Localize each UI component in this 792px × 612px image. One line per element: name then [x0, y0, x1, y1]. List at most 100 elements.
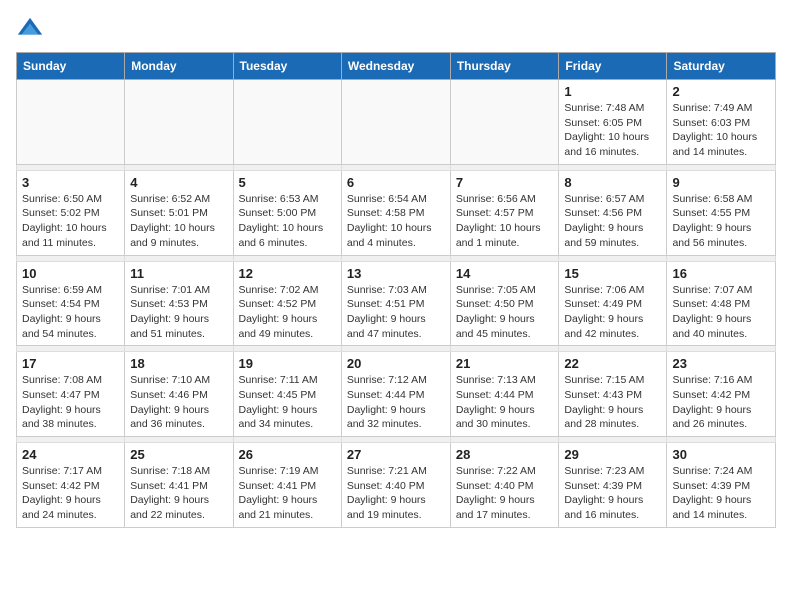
day-number: 1	[564, 84, 661, 99]
day-number: 21	[456, 356, 554, 371]
day-number: 4	[130, 175, 227, 190]
day-cell: 22 Sunrise: 7:15 AM Sunset: 4:43 PM Dayli…	[559, 352, 667, 437]
col-header-saturday: Saturday	[667, 53, 776, 80]
day-cell	[450, 80, 559, 165]
day-number: 19	[239, 356, 336, 371]
day-cell: 19 Sunrise: 7:11 AM Sunset: 4:45 PM Dayli…	[233, 352, 341, 437]
day-number: 9	[672, 175, 770, 190]
day-info: Sunrise: 6:54 AM Sunset: 4:58 PM Dayligh…	[347, 192, 445, 251]
logo	[16, 16, 48, 44]
logo-icon	[16, 16, 44, 44]
day-number: 13	[347, 266, 445, 281]
day-number: 24	[22, 447, 119, 462]
week-row-3: 10 Sunrise: 6:59 AM Sunset: 4:54 PM Dayli…	[17, 261, 776, 346]
day-info: Sunrise: 6:50 AM Sunset: 5:02 PM Dayligh…	[22, 192, 119, 251]
week-row-2: 3 Sunrise: 6:50 AM Sunset: 5:02 PM Daylig…	[17, 170, 776, 255]
day-number: 29	[564, 447, 661, 462]
day-number: 27	[347, 447, 445, 462]
day-info: Sunrise: 6:56 AM Sunset: 4:57 PM Dayligh…	[456, 192, 554, 251]
day-number: 28	[456, 447, 554, 462]
day-info: Sunrise: 6:58 AM Sunset: 4:55 PM Dayligh…	[672, 192, 770, 251]
day-number: 16	[672, 266, 770, 281]
day-info: Sunrise: 7:15 AM Sunset: 4:43 PM Dayligh…	[564, 373, 661, 432]
day-number: 3	[22, 175, 119, 190]
day-number: 8	[564, 175, 661, 190]
day-info: Sunrise: 7:24 AM Sunset: 4:39 PM Dayligh…	[672, 464, 770, 523]
day-info: Sunrise: 7:23 AM Sunset: 4:39 PM Dayligh…	[564, 464, 661, 523]
day-cell: 26 Sunrise: 7:19 AM Sunset: 4:41 PM Dayli…	[233, 443, 341, 528]
calendar-header-row: SundayMondayTuesdayWednesdayThursdayFrid…	[17, 53, 776, 80]
day-number: 7	[456, 175, 554, 190]
day-number: 23	[672, 356, 770, 371]
day-info: Sunrise: 7:18 AM Sunset: 4:41 PM Dayligh…	[130, 464, 227, 523]
day-number: 14	[456, 266, 554, 281]
day-info: Sunrise: 7:07 AM Sunset: 4:48 PM Dayligh…	[672, 283, 770, 342]
day-number: 18	[130, 356, 227, 371]
day-cell: 7 Sunrise: 6:56 AM Sunset: 4:57 PM Daylig…	[450, 170, 559, 255]
day-number: 22	[564, 356, 661, 371]
day-info: Sunrise: 7:01 AM Sunset: 4:53 PM Dayligh…	[130, 283, 227, 342]
col-header-friday: Friday	[559, 53, 667, 80]
day-cell: 12 Sunrise: 7:02 AM Sunset: 4:52 PM Dayli…	[233, 261, 341, 346]
day-number: 2	[672, 84, 770, 99]
day-number: 6	[347, 175, 445, 190]
week-row-5: 24 Sunrise: 7:17 AM Sunset: 4:42 PM Dayli…	[17, 443, 776, 528]
day-cell: 29 Sunrise: 7:23 AM Sunset: 4:39 PM Dayli…	[559, 443, 667, 528]
day-cell	[341, 80, 450, 165]
day-cell: 21 Sunrise: 7:13 AM Sunset: 4:44 PM Dayli…	[450, 352, 559, 437]
day-info: Sunrise: 6:59 AM Sunset: 4:54 PM Dayligh…	[22, 283, 119, 342]
day-info: Sunrise: 7:11 AM Sunset: 4:45 PM Dayligh…	[239, 373, 336, 432]
day-cell: 4 Sunrise: 6:52 AM Sunset: 5:01 PM Daylig…	[125, 170, 233, 255]
week-row-4: 17 Sunrise: 7:08 AM Sunset: 4:47 PM Dayli…	[17, 352, 776, 437]
day-cell: 17 Sunrise: 7:08 AM Sunset: 4:47 PM Dayli…	[17, 352, 125, 437]
day-info: Sunrise: 7:10 AM Sunset: 4:46 PM Dayligh…	[130, 373, 227, 432]
day-info: Sunrise: 7:17 AM Sunset: 4:42 PM Dayligh…	[22, 464, 119, 523]
day-info: Sunrise: 6:57 AM Sunset: 4:56 PM Dayligh…	[564, 192, 661, 251]
day-info: Sunrise: 6:52 AM Sunset: 5:01 PM Dayligh…	[130, 192, 227, 251]
col-header-wednesday: Wednesday	[341, 53, 450, 80]
day-info: Sunrise: 7:48 AM Sunset: 6:05 PM Dayligh…	[564, 101, 661, 160]
day-cell: 3 Sunrise: 6:50 AM Sunset: 5:02 PM Daylig…	[17, 170, 125, 255]
day-cell: 18 Sunrise: 7:10 AM Sunset: 4:46 PM Dayli…	[125, 352, 233, 437]
day-number: 5	[239, 175, 336, 190]
day-number: 17	[22, 356, 119, 371]
day-info: Sunrise: 6:53 AM Sunset: 5:00 PM Dayligh…	[239, 192, 336, 251]
day-number: 11	[130, 266, 227, 281]
day-info: Sunrise: 7:13 AM Sunset: 4:44 PM Dayligh…	[456, 373, 554, 432]
day-number: 26	[239, 447, 336, 462]
day-cell	[17, 80, 125, 165]
day-number: 12	[239, 266, 336, 281]
day-cell: 20 Sunrise: 7:12 AM Sunset: 4:44 PM Dayli…	[341, 352, 450, 437]
day-cell: 9 Sunrise: 6:58 AM Sunset: 4:55 PM Daylig…	[667, 170, 776, 255]
day-cell	[233, 80, 341, 165]
col-header-thursday: Thursday	[450, 53, 559, 80]
day-cell: 15Sunrise: 7:06 AM Sunset: 4:49 PM Dayli…	[559, 261, 667, 346]
day-info: Sunrise: 7:08 AM Sunset: 4:47 PM Dayligh…	[22, 373, 119, 432]
day-info: Sunrise: 7:16 AM Sunset: 4:42 PM Dayligh…	[672, 373, 770, 432]
day-info: Sunrise: 7:03 AM Sunset: 4:51 PM Dayligh…	[347, 283, 445, 342]
week-row-1: 1 Sunrise: 7:48 AM Sunset: 6:05 PM Daylig…	[17, 80, 776, 165]
day-number: 10	[22, 266, 119, 281]
calendar-table: SundayMondayTuesdayWednesdayThursdayFrid…	[16, 52, 776, 528]
col-header-tuesday: Tuesday	[233, 53, 341, 80]
day-cell: 6 Sunrise: 6:54 AM Sunset: 4:58 PM Daylig…	[341, 170, 450, 255]
day-info: Sunrise: 7:19 AM Sunset: 4:41 PM Dayligh…	[239, 464, 336, 523]
day-cell: 16 Sunrise: 7:07 AM Sunset: 4:48 PM Dayli…	[667, 261, 776, 346]
day-number: 30	[672, 447, 770, 462]
day-number: 15	[564, 266, 661, 281]
day-info: Sunrise: 7:02 AM Sunset: 4:52 PM Dayligh…	[239, 283, 336, 342]
day-cell: 1 Sunrise: 7:48 AM Sunset: 6:05 PM Daylig…	[559, 80, 667, 165]
day-number: 20	[347, 356, 445, 371]
day-cell: 2Sunrise: 7:49 AM Sunset: 6:03 PM Daylig…	[667, 80, 776, 165]
day-info: Sunrise: 7:22 AM Sunset: 4:40 PM Dayligh…	[456, 464, 554, 523]
day-info: Sunrise: 7:21 AM Sunset: 4:40 PM Dayligh…	[347, 464, 445, 523]
day-cell: 25 Sunrise: 7:18 AM Sunset: 4:41 PM Dayli…	[125, 443, 233, 528]
day-number: 25	[130, 447, 227, 462]
day-cell: 27 Sunrise: 7:21 AM Sunset: 4:40 PM Dayli…	[341, 443, 450, 528]
day-cell: 28 Sunrise: 7:22 AM Sunset: 4:40 PM Dayli…	[450, 443, 559, 528]
day-cell: 11 Sunrise: 7:01 AM Sunset: 4:53 PM Dayli…	[125, 261, 233, 346]
calendar-body: 1 Sunrise: 7:48 AM Sunset: 6:05 PM Daylig…	[17, 80, 776, 528]
day-info: Sunrise: 7:12 AM Sunset: 4:44 PM Dayligh…	[347, 373, 445, 432]
day-cell: 5 Sunrise: 6:53 AM Sunset: 5:00 PM Daylig…	[233, 170, 341, 255]
day-cell: 10 Sunrise: 6:59 AM Sunset: 4:54 PM Dayli…	[17, 261, 125, 346]
